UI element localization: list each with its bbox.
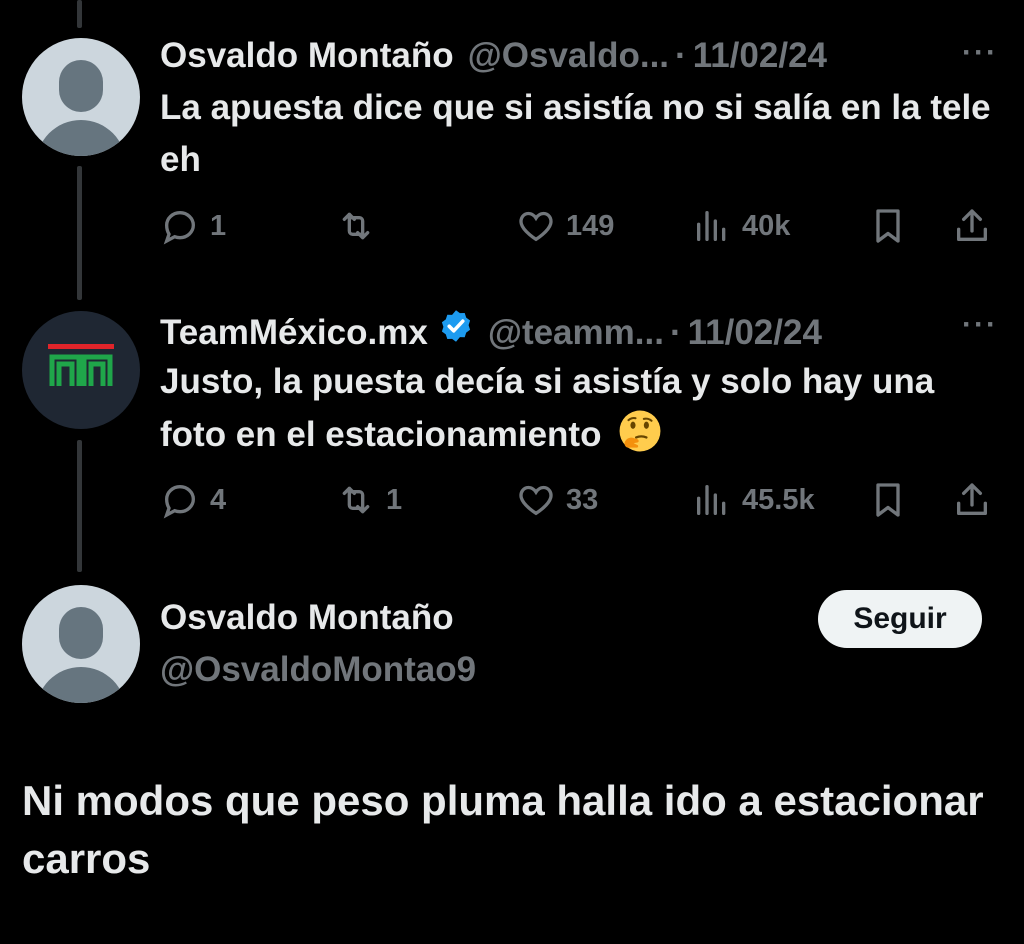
views-button[interactable]: 40k (692, 206, 790, 246)
reply-button[interactable]: 4 (160, 480, 226, 520)
like-button[interactable]: 149 (516, 206, 614, 246)
teammexico-logo-icon (48, 344, 114, 386)
thread-line-top (77, 0, 82, 28)
action-bar: 1 149 40k (160, 206, 1000, 250)
bookmark-button[interactable] (868, 206, 908, 246)
tweet-header: Osvaldo Montaño @Osvaldo... · 11/02/24 (160, 36, 827, 76)
tweet-text: La apuesta dice que si asistía no si sal… (160, 88, 991, 179)
like-button[interactable]: 33 (516, 480, 598, 520)
bookmark-button[interactable] (868, 480, 908, 520)
user-handle[interactable]: @Osvaldo... (468, 36, 669, 76)
share-button[interactable] (952, 206, 992, 246)
action-bar: 4 1 33 45.5k (160, 480, 1000, 524)
retweet-icon (342, 486, 370, 514)
share-button[interactable] (952, 480, 992, 520)
bookmark-icon (876, 483, 900, 517)
retweet-count: 1 (386, 483, 403, 516)
display-name[interactable]: TeamMéxico.mx (160, 313, 428, 353)
avatar-body-shape (36, 667, 126, 703)
reply-icon (163, 484, 196, 519)
more-options-icon[interactable]: ··· (962, 36, 998, 70)
like-count: 33 (566, 483, 599, 516)
more-options-icon[interactable]: ··· (962, 308, 998, 342)
avatar-head-shape (59, 60, 103, 112)
reply-icon (163, 210, 196, 245)
avatar[interactable] (22, 585, 140, 703)
heart-icon (519, 211, 553, 242)
user-handle[interactable]: @OsvaldoMontao9 (160, 650, 476, 690)
verified-badge-icon (441, 310, 470, 342)
retweet-icon (342, 212, 370, 240)
reply-count: 4 (210, 483, 227, 516)
tweet-header: TeamMéxico.mx @teamm... · 11/02/24 (160, 308, 822, 353)
heart-icon (519, 485, 553, 516)
views-chart-icon (697, 485, 726, 515)
reply-button[interactable]: 1 (160, 206, 226, 246)
bookmark-icon (876, 209, 900, 243)
main-tweet-text: Ni modos que peso pluma halla ido a esta… (22, 777, 984, 882)
avatar[interactable] (22, 38, 140, 156)
retweet-button[interactable] (336, 206, 386, 246)
reply-count: 1 (210, 209, 227, 242)
display-name[interactable]: Osvaldo Montaño (160, 598, 454, 638)
views-chart-icon (697, 211, 726, 241)
display-name[interactable]: Osvaldo Montaño (160, 36, 454, 76)
user-handle[interactable]: @teamm... (488, 313, 664, 353)
follow-button[interactable]: Seguir (818, 590, 982, 648)
views-count: 40k (742, 209, 791, 242)
views-button[interactable]: 45.5k (692, 480, 815, 520)
thinking-face-emoji-icon (619, 410, 661, 452)
avatar-head-shape (59, 607, 103, 659)
separator-dot: · (675, 36, 687, 75)
thread-line-1 (77, 166, 82, 300)
thread-line-2 (77, 440, 82, 572)
tweet-text: Justo, la puesta decía si asistía y solo… (160, 362, 935, 454)
views-count: 45.5k (742, 483, 815, 516)
avatar-body-shape (36, 120, 126, 156)
tweet-text-container: Justo, la puesta decía si asistía y solo… (160, 356, 1000, 461)
tweet-date[interactable]: 11/02/24 (693, 36, 827, 76)
retweet-button[interactable]: 1 (336, 480, 402, 520)
tweet-date[interactable]: 11/02/24 (688, 313, 822, 353)
teammexico-avatar[interactable] (22, 311, 140, 429)
share-icon (957, 483, 987, 515)
separator-dot: · (669, 313, 682, 352)
like-count: 149 (566, 209, 615, 242)
share-icon (957, 209, 987, 241)
